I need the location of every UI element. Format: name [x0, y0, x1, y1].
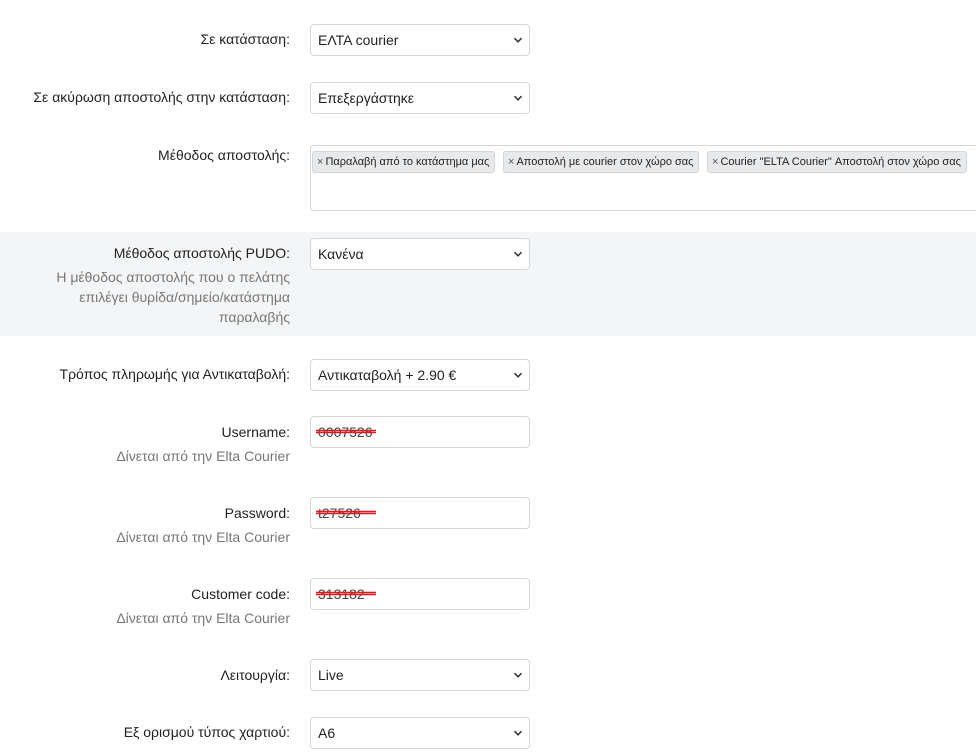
customer-code-hint: Δίνεται από την Elta Courier [116, 610, 290, 626]
cancel-status-select-value: Επεξεργάστηκε [318, 90, 415, 106]
paper-type-label: Εξ ορισμού τύπος χαρτιού: [123, 724, 290, 740]
customer-code-label: Customer code: [191, 586, 290, 602]
tag-label: Αποστολή με courier στον χώρο σας [516, 156, 694, 168]
tag-label: Παραλαβή από το κατάστημα μας [325, 156, 490, 168]
paper-type-select[interactable]: A6 [310, 717, 530, 749]
chevron-down-icon [513, 372, 523, 378]
mode-label: Λειτουργία: [220, 667, 290, 683]
chevron-down-icon [513, 672, 523, 678]
pudo-select[interactable]: Κανένα [310, 238, 530, 270]
shipping-method-tag[interactable]: × Παραλαβή από το κατάστημα μας [312, 151, 496, 173]
cancel-status-select[interactable]: Επεξεργάστηκε [310, 82, 530, 114]
mode-select-value: Live [318, 667, 344, 683]
shipping-method-label: Μέθοδος αποστολής: [158, 147, 290, 163]
chevron-down-icon [513, 95, 523, 101]
customer-code-input-value: 313182 [318, 586, 365, 602]
pudo-hint-line: επιλέγει θυρίδα/σημείο/κατάστημα [79, 289, 290, 305]
pudo-select-value: Κανένα [318, 246, 364, 262]
username-label: Username: [221, 424, 290, 440]
cod-payment-label: Τρόπος πληρωμής για Αντικαταβολή: [59, 366, 290, 382]
status-select-value: ΕΛΤΑ courier [318, 32, 399, 48]
shipping-method-tag[interactable]: × Courier "ELTA Courier" Αποστολή στον χώ… [707, 151, 967, 173]
remove-tag-icon[interactable]: × [317, 156, 323, 168]
cod-payment-select[interactable]: Αντικαταβολή + 2.90 € [310, 359, 530, 391]
tag-label: Courier "ELTA Courier" Αποστολή στον χώρ… [720, 156, 961, 168]
username-input[interactable]: 0007526 [310, 416, 530, 448]
shipping-method-multiselect[interactable]: × Παραλαβή από το κατάστημα μας × Αποστολή… [310, 145, 976, 211]
pudo-hint: Η μέθοδος αποστολής που ο πελάτης επιλέγ… [0, 267, 290, 327]
customer-code-input[interactable]: 313182 [310, 578, 530, 610]
shipping-method-tag[interactable]: × Αποστολή με courier στον χώρο σας [503, 151, 700, 173]
cod-payment-select-value: Αντικαταβολή + 2.90 € [318, 367, 457, 383]
cancel-status-label: Σε ακύρωση αποστολής στην κατάσταση: [33, 89, 290, 105]
password-input-value: t27526 [318, 505, 361, 521]
remove-tag-icon[interactable]: × [508, 156, 514, 168]
password-input[interactable]: t27526 [310, 497, 530, 529]
pudo-label: Μέθοδος αποστολής PUDO: [113, 245, 290, 261]
pudo-hint-line: παραλαβής [218, 309, 290, 325]
paper-type-select-value: A6 [318, 725, 336, 741]
mode-select[interactable]: Live [310, 659, 530, 691]
status-select[interactable]: ΕΛΤΑ courier [310, 24, 530, 56]
chevron-down-icon [513, 730, 523, 736]
pudo-hint-line: Η μέθοδος αποστολής που ο πελάτης [56, 269, 290, 285]
password-label: Password: [224, 505, 290, 521]
status-label: Σε κατάσταση: [200, 31, 290, 47]
username-hint: Δίνεται από την Elta Courier [116, 448, 290, 464]
password-hint: Δίνεται από την Elta Courier [116, 529, 290, 545]
remove-tag-icon[interactable]: × [712, 156, 718, 168]
username-input-value: 0007526 [318, 424, 373, 440]
chevron-down-icon [513, 37, 523, 43]
chevron-down-icon [513, 251, 523, 257]
